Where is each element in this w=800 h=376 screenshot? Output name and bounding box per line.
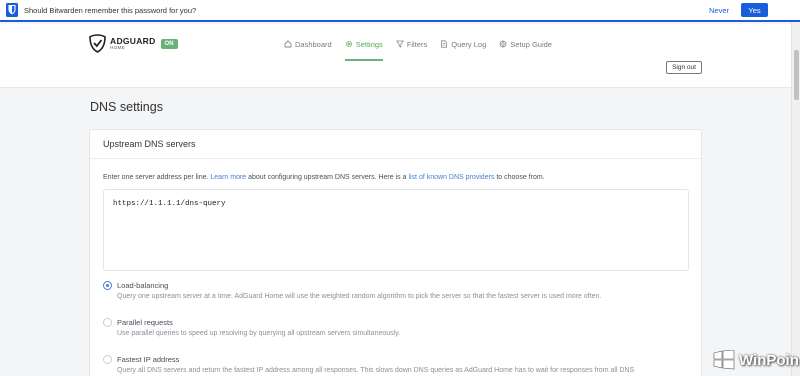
watermark-text: WinPoin xyxy=(739,351,799,369)
option-description: Use parallel queries to speed up resolvi… xyxy=(117,330,401,337)
radio-load-balancing[interactable] xyxy=(103,281,112,290)
winpoin-logo-icon xyxy=(713,350,735,370)
dns-providers-link[interactable]: list of known DNS providers xyxy=(408,174,494,181)
sign-out-button[interactable]: Sign out xyxy=(666,61,702,74)
globe-icon xyxy=(499,40,507,48)
option-title: Parallel requests xyxy=(117,318,173,327)
option-description: Query all DNS servers and return the fas… xyxy=(117,367,635,374)
home-icon xyxy=(284,40,292,48)
never-button[interactable]: Never xyxy=(709,6,729,15)
filter-icon xyxy=(395,40,404,48)
scroll-thumb[interactable] xyxy=(794,50,799,100)
main-nav: Dashboard Settings Filters Query Log Set… xyxy=(284,38,565,61)
yes-button[interactable]: Yes xyxy=(741,3,768,17)
winpoin-watermark: WinPoin xyxy=(712,350,799,370)
gear-icon xyxy=(345,40,352,48)
page-scrollbar[interactable] xyxy=(791,22,800,376)
desc-text-1: Enter one server address per line. xyxy=(103,174,211,181)
nav-dashboard[interactable]: Dashboard xyxy=(284,38,332,50)
upstream-description: Enter one server address per line. Learn… xyxy=(103,174,545,181)
option-title: Load-balancing xyxy=(117,281,169,290)
nav-filters[interactable]: Filters xyxy=(395,38,428,50)
nav-label: Filters xyxy=(406,39,428,49)
desc-text-2: about configuring upstream DNS servers. … xyxy=(246,174,409,181)
upstream-dns-card: Upstream DNS servers Enter one server ad… xyxy=(89,129,702,376)
adguard-shield-icon xyxy=(89,34,106,53)
learn-more-link[interactable]: Learn more xyxy=(210,174,246,181)
card-title: Upstream DNS servers xyxy=(90,130,701,159)
desc-text-3: to choose from. xyxy=(494,174,545,181)
document-icon xyxy=(441,40,448,48)
nav-settings[interactable]: Settings xyxy=(344,38,383,61)
nav-label: Query Log xyxy=(451,39,487,49)
bitwarden-notification-bar: Should Bitwarden remember this password … xyxy=(0,0,800,22)
option-description: Query one upstream server at a time. AdG… xyxy=(117,293,602,300)
nav-setup-guide[interactable]: Setup Guide xyxy=(499,38,552,50)
upstream-servers-textarea[interactable]: https://1.1.1.1/dns-query xyxy=(103,189,689,271)
nav-label: Settings xyxy=(355,39,383,49)
brand-name: ADGUARD xyxy=(110,35,156,46)
option-title: Fastest IP address xyxy=(117,355,180,364)
radio-fastest-ip[interactable] xyxy=(103,355,112,364)
nav-label: Setup Guide xyxy=(510,39,552,49)
page-title: DNS settings xyxy=(90,100,163,114)
radio-parallel-requests[interactable] xyxy=(103,318,112,327)
bitwarden-prompt: Should Bitwarden remember this password … xyxy=(24,5,197,15)
bitwarden-shield-icon xyxy=(6,3,18,17)
nav-label: Dashboard xyxy=(295,39,332,49)
brand-sub: HOME xyxy=(110,45,126,50)
brand-logo[interactable]: ADGUARD HOME ON xyxy=(89,34,178,53)
status-badge: ON xyxy=(160,38,178,49)
nav-query-log[interactable]: Query Log xyxy=(440,38,486,50)
